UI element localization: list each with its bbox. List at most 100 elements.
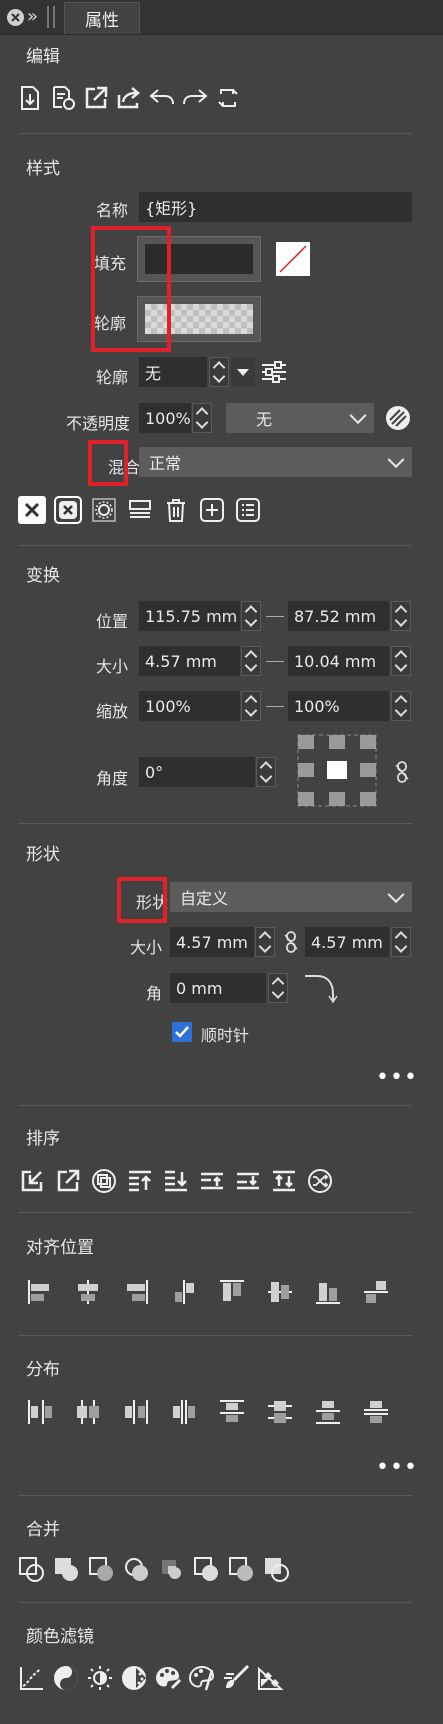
size-w-stepper[interactable] (241, 646, 261, 676)
more-options-button[interactable]: ••• (376, 1455, 418, 1480)
palette-icon[interactable] (154, 1664, 182, 1692)
align-center-v-icon[interactable] (266, 1278, 294, 1306)
corner-label: 角 (145, 984, 162, 1003)
merge-outline-icon[interactable] (263, 1556, 291, 1584)
shape-size-h-stepper[interactable] (391, 927, 411, 957)
size-w-field[interactable]: 4.57 mm (139, 646, 240, 676)
bring-forward-icon[interactable] (198, 1167, 226, 1195)
align-bottom-icon[interactable] (314, 1278, 342, 1306)
move-out-icon[interactable] (54, 1167, 82, 1195)
size-h-stepper[interactable] (391, 646, 411, 676)
clockwise-checkbox[interactable] (172, 1022, 192, 1042)
merge-divide-icon[interactable] (158, 1556, 186, 1584)
opacity-stepper[interactable] (192, 403, 212, 433)
shape-size-h-field[interactable]: 4.57 mm (305, 927, 389, 957)
opacity-mode-dropdown[interactable]: 无 (226, 403, 374, 433)
shape-size-w-stepper[interactable] (255, 927, 275, 957)
edit-doc-icon[interactable] (49, 84, 77, 112)
yin-yang-icon[interactable] (52, 1664, 80, 1692)
outline-type-stepper[interactable] (209, 357, 229, 387)
merge-intersect-icon[interactable] (88, 1556, 116, 1584)
align-top-icon[interactable] (218, 1278, 246, 1306)
position-x-stepper[interactable] (241, 601, 261, 631)
distribute-gap-v-icon[interactable] (362, 1398, 390, 1426)
outline-type-field[interactable]: 无 (139, 357, 207, 387)
remove-fill-icon[interactable] (18, 496, 46, 524)
scale-y-stepper[interactable] (391, 691, 411, 721)
link-icon[interactable] (283, 930, 299, 954)
distribute-center-v-icon[interactable] (266, 1398, 294, 1426)
distribute-toolbar (26, 1398, 390, 1426)
halftone-icon[interactable] (120, 1664, 148, 1692)
merge-union-icon[interactable] (18, 1556, 46, 1584)
corner-shape-icon[interactable] (303, 972, 339, 1004)
remove-outline-icon[interactable] (54, 496, 82, 524)
import-icon[interactable] (16, 84, 44, 112)
position-y-stepper[interactable] (391, 601, 411, 631)
opacity-mask-icon[interactable] (384, 404, 412, 432)
send-to-back-icon[interactable] (162, 1167, 190, 1195)
distribute-left-icon[interactable] (26, 1398, 54, 1426)
size-h-field[interactable]: 10.04 mm (288, 646, 389, 676)
anchor-point-grid[interactable] (296, 733, 378, 808)
merge-subtract-front-icon[interactable] (53, 1556, 81, 1584)
angle-stepper[interactable] (256, 757, 276, 787)
add-icon[interactable] (198, 496, 226, 524)
name-field[interactable]: {矩形} (139, 192, 412, 222)
distribute-bottom-icon[interactable] (314, 1398, 342, 1426)
distribute-right-icon[interactable] (122, 1398, 150, 1426)
swatches-icon[interactable] (256, 1664, 284, 1692)
merge-trim-icon[interactable] (193, 1556, 221, 1584)
scale-x-stepper[interactable] (241, 691, 261, 721)
corner-stepper[interactable] (268, 973, 288, 1003)
move-in-icon[interactable] (18, 1167, 46, 1195)
redo-icon[interactable] (181, 84, 209, 112)
copy-style-icon[interactable] (126, 496, 154, 524)
shape-type-dropdown[interactable]: 自定义 (170, 882, 412, 912)
group-icon[interactable] (90, 1167, 118, 1195)
brightness-icon[interactable] (86, 1664, 114, 1692)
shape-size-w-field[interactable]: 4.57 mm (170, 927, 254, 957)
link-icon[interactable] (394, 760, 410, 784)
opacity-field[interactable]: 100% (139, 403, 191, 433)
distribute-top-icon[interactable] (218, 1398, 246, 1426)
merge-crop-icon[interactable] (228, 1556, 256, 1584)
list-icon[interactable] (234, 496, 262, 524)
swap-icon[interactable] (270, 1167, 298, 1195)
outline-type-dropdown[interactable] (231, 357, 255, 387)
send-backward-icon[interactable] (234, 1167, 262, 1195)
refresh-icon[interactable] (214, 84, 242, 112)
position-x-field[interactable]: 115.75 mm (139, 601, 240, 631)
blend-mode-dropdown[interactable]: 正常 (139, 447, 412, 477)
collapse-icon[interactable]: » (27, 6, 38, 27)
share-icon[interactable] (115, 84, 143, 112)
curves-icon[interactable] (18, 1664, 46, 1692)
align-left-icon[interactable] (26, 1278, 54, 1306)
distribute-center-h-icon[interactable] (74, 1398, 102, 1426)
distribute-gap-h-icon[interactable] (170, 1398, 198, 1426)
close-icon[interactable] (7, 9, 24, 26)
scale-x-field[interactable]: 100% (139, 691, 240, 721)
merge-exclude-icon[interactable] (123, 1556, 151, 1584)
grip-icon[interactable] (47, 6, 55, 28)
scale-y-field[interactable]: 100% (288, 691, 389, 721)
corner-field[interactable]: 0 mm (170, 973, 266, 1003)
open-external-icon[interactable] (82, 84, 110, 112)
brush-icon[interactable] (222, 1664, 250, 1692)
align-center-h-icon[interactable] (74, 1278, 102, 1306)
align-right-icon[interactable] (122, 1278, 150, 1306)
bring-to-front-icon[interactable] (126, 1167, 154, 1195)
gear-icon[interactable] (90, 496, 118, 524)
position-y-field[interactable]: 87.52 mm (288, 601, 389, 631)
tab-properties[interactable]: 属性 (64, 2, 140, 34)
angle-field[interactable]: 0° (139, 757, 255, 787)
shuffle-icon[interactable] (306, 1167, 334, 1195)
trash-icon[interactable] (162, 496, 190, 524)
color-balance-icon[interactable] (188, 1664, 216, 1692)
align-left-edge-icon[interactable] (170, 1278, 198, 1306)
align-bottom-edge-icon[interactable] (362, 1278, 390, 1306)
no-color-icon[interactable] (276, 242, 310, 276)
outline-settings-icon[interactable] (259, 357, 289, 387)
undo-icon[interactable] (148, 84, 176, 112)
more-options-button[interactable]: ••• (376, 1065, 418, 1090)
